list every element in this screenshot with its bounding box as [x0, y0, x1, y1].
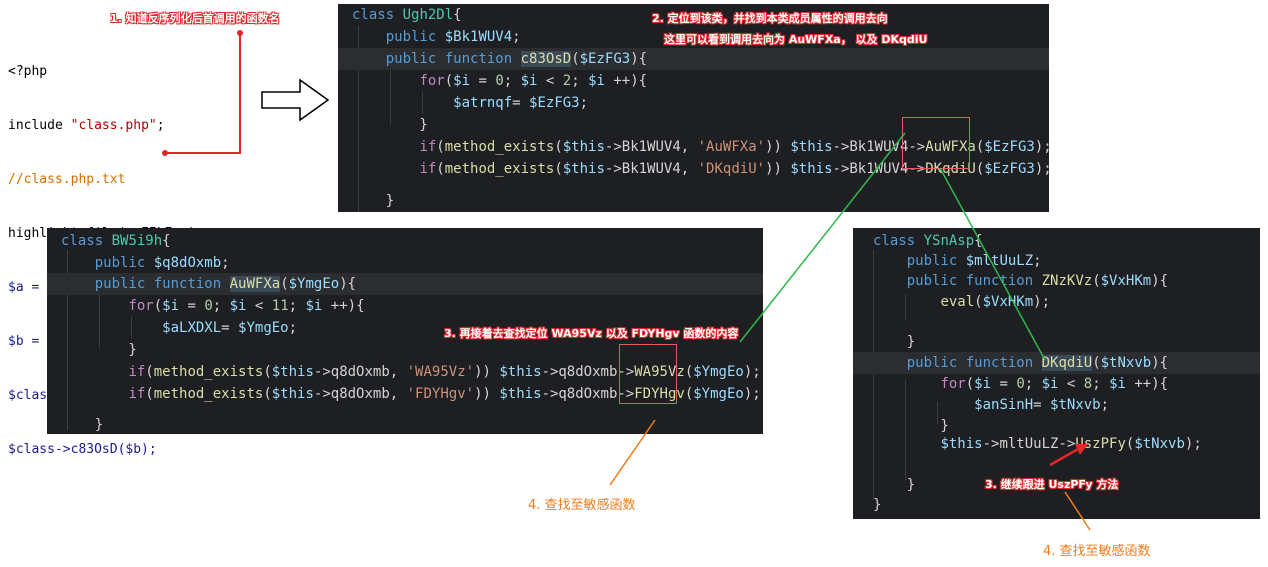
- annotation-step4-right: 4. 查找至敏感函数: [1043, 544, 1151, 559]
- annotation-step2: 2. 定位到该类，并找到本类成员属性的调用去向: [652, 12, 888, 25]
- annotation-step1: 1. 知道反序列化后首调用的函数名: [110, 12, 280, 25]
- annotation-step3-right: 3. 继续跟进 UszPFy 方法: [985, 478, 1119, 491]
- annotation-step3-left: 3. 再接着去查找定位 WA95Vz 以及 FDYHgv 函数的内容: [444, 327, 739, 340]
- annotation-step2-detail: 这里可以看到调用去向为 AuWFXa， 以及 DKqdiU: [664, 33, 928, 46]
- annotation-step4-left: 4. 查找至敏感函数: [528, 498, 636, 513]
